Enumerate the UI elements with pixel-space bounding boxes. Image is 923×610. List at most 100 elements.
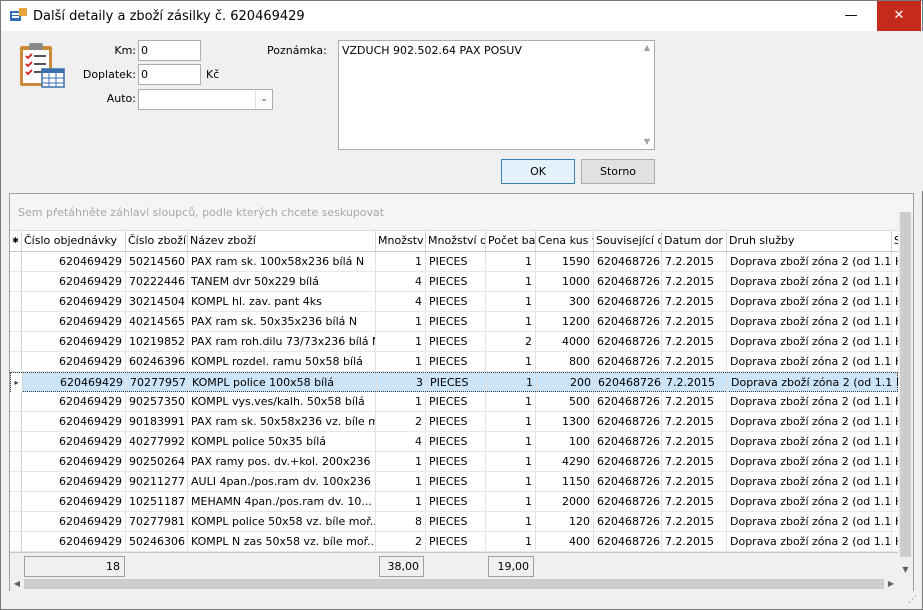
table-cell[interactable]: 7.2.2015: [662, 392, 727, 411]
table-cell[interactable]: 8: [376, 512, 426, 531]
table-cell[interactable]: 1: [486, 532, 536, 551]
table-cell[interactable]: 620468726: [594, 252, 662, 271]
table-cell[interactable]: 100: [536, 432, 594, 451]
scroll-right-icon[interactable]: ▶: [884, 577, 898, 591]
table-cell[interactable]: Doprava zboží zóna 2 (od 1.1...: [727, 352, 892, 371]
table-cell[interactable]: 2: [376, 412, 426, 431]
table-cell[interactable]: 620468726: [594, 312, 662, 331]
table-cell[interactable]: 620469429: [22, 412, 126, 431]
table-cell[interactable]: 50246306: [126, 532, 188, 551]
table-cell[interactable]: PAX ram sk. 50x58x236 vz. bíle m...: [188, 412, 376, 431]
table-cell[interactable]: 620469429: [22, 512, 126, 531]
table-row[interactable]: 620469429 40277992 KOMPL police 50x35 bílá…: [10, 432, 898, 452]
row-indicator[interactable]: [10, 452, 22, 471]
table-cell[interactable]: KOMPL police 50x35 bílá: [188, 432, 376, 451]
table-cell[interactable]: 120: [536, 512, 594, 531]
table-cell[interactable]: 300: [536, 292, 594, 311]
table-cell[interactable]: PIECES: [426, 452, 486, 471]
table-cell[interactable]: 620469429: [22, 292, 126, 311]
table-cell[interactable]: 620469429: [22, 432, 126, 451]
table-cell[interactable]: 7.2.2015: [662, 452, 727, 471]
table-cell[interactable]: 7.2.2015: [662, 292, 727, 311]
table-cell[interactable]: 70277957: [127, 373, 189, 392]
table-cell[interactable]: 2000: [536, 492, 594, 511]
table-cell[interactable]: 4: [376, 292, 426, 311]
table-cell[interactable]: Doprava zboží zóna 2 (od 1.1...: [727, 532, 892, 551]
table-cell[interactable]: 1: [376, 352, 426, 371]
table-cell[interactable]: Doprava zboží zóna 2 (od 1.1...: [727, 452, 892, 471]
table-cell[interactable]: 200: [537, 373, 595, 392]
table-cell[interactable]: PAX ram roh.dilu 73/73x236 bílá N: [188, 332, 376, 351]
table-cell[interactable]: 4290: [536, 452, 594, 471]
table-cell[interactable]: 1590: [536, 252, 594, 271]
table-cell[interactable]: 2: [486, 332, 536, 351]
table-cell[interactable]: 1000: [536, 272, 594, 291]
table-row[interactable]: 620469429 90257350 KOMPL vys.ves/kalh. 50x…: [10, 392, 898, 412]
table-cell[interactable]: KOMPL police 100x58 bílá: [189, 373, 377, 392]
table-cell[interactable]: PIECES: [426, 392, 486, 411]
table-cell[interactable]: KOMPL hl. zav. pant 4ks: [188, 292, 376, 311]
table-cell[interactable]: Doprava zboží zóna 2 (od 1.1...: [727, 412, 892, 431]
note-scrollbar[interactable]: ▲ ▼: [640, 41, 654, 149]
table-cell[interactable]: KOMPL rozdel. ramu 50x58 bílá: [188, 352, 376, 371]
row-indicator[interactable]: [10, 512, 22, 531]
table-cell[interactable]: 620468726: [594, 332, 662, 351]
table-cell[interactable]: Doprava zboží zóna 2 (od 1.1...: [727, 292, 892, 311]
scroll-up-icon[interactable]: ▲: [640, 41, 654, 55]
table-cell[interactable]: PIECES: [426, 312, 486, 331]
table-cell[interactable]: 620469429: [22, 272, 126, 291]
row-indicator[interactable]: [10, 412, 22, 431]
auto-select[interactable]: ⌄: [138, 89, 273, 110]
table-cell[interactable]: 1: [486, 292, 536, 311]
table-cell[interactable]: 1: [487, 373, 537, 392]
table-cell[interactable]: 3: [377, 373, 427, 392]
table-cell[interactable]: 70277981: [126, 512, 188, 531]
row-indicator[interactable]: [10, 252, 22, 271]
row-indicator[interactable]: [10, 292, 22, 311]
table-cell[interactable]: PIECES: [426, 292, 486, 311]
table-cell[interactable]: Doprava zboží zóna 2 (od 1.1...: [727, 392, 892, 411]
table-cell[interactable]: PIECES: [426, 472, 486, 491]
table-cell[interactable]: Doprava zboží zóna 2 (od 1.1...: [727, 272, 892, 291]
table-cell[interactable]: 400: [536, 532, 594, 551]
table-cell[interactable]: 620468726: [594, 452, 662, 471]
table-row[interactable]: 620469429 50214560 PAX ram sk. 100x58x236 …: [10, 252, 898, 272]
table-cell[interactable]: Doprava zboží zóna 2 (od 1.1...: [727, 332, 892, 351]
table-row[interactable]: 620469429 90183991 PAX ram sk. 50x58x236 v…: [10, 412, 898, 432]
table-cell[interactable]: 620469429: [22, 492, 126, 511]
table-cell[interactable]: 40277992: [126, 432, 188, 451]
table-cell[interactable]: 1: [486, 432, 536, 451]
table-cell[interactable]: 800: [536, 352, 594, 371]
table-cell[interactable]: 620468726: [594, 412, 662, 431]
scroll-down-icon[interactable]: ▼: [640, 135, 654, 149]
table-cell[interactable]: 1: [376, 392, 426, 411]
column-header[interactable]: Datum dor: [662, 231, 727, 251]
table-cell[interactable]: 7.2.2015: [662, 272, 727, 291]
table-cell[interactable]: 7.2.2015: [662, 332, 727, 351]
table-cell[interactable]: KOMPL police 50x58 vz. bíle moř...: [188, 512, 376, 531]
table-cell[interactable]: 620469429: [22, 452, 126, 471]
table-cell[interactable]: 7.2.2015: [662, 352, 727, 371]
table-cell[interactable]: PIECES: [426, 532, 486, 551]
table-cell[interactable]: PAX ramy pos. dv.+kol. 200x236 ...: [188, 452, 376, 471]
column-header[interactable]: Cena kus v: [536, 231, 594, 251]
column-header[interactable]: Druh služby: [727, 231, 892, 251]
table-cell[interactable]: 620468726: [594, 272, 662, 291]
table-cell[interactable]: 40214565: [126, 312, 188, 331]
row-indicator[interactable]: [10, 532, 22, 551]
table-cell[interactable]: 1: [486, 352, 536, 371]
table-row[interactable]: 620469429 10219852 PAX ram roh.dilu 73/73x…: [10, 332, 898, 352]
table-cell[interactable]: PIECES: [426, 352, 486, 371]
table-cell[interactable]: 1150: [536, 472, 594, 491]
table-cell[interactable]: TANEM dvr 50x229 bílá: [188, 272, 376, 291]
table-cell[interactable]: 1: [486, 512, 536, 531]
table-cell[interactable]: 7.2.2015: [662, 532, 727, 551]
table-cell[interactable]: Doprava zboží zóna 2 (od 1.1...: [727, 492, 892, 511]
table-cell[interactable]: 50214560: [126, 252, 188, 271]
table-cell[interactable]: 1: [486, 452, 536, 471]
table-cell[interactable]: 620468726: [594, 352, 662, 371]
horizontal-scroll-thumb[interactable]: [24, 579, 884, 589]
chevron-down-icon[interactable]: ⌄: [255, 90, 272, 109]
table-cell[interactable]: 60246396: [126, 352, 188, 371]
table-cell[interactable]: 10219852: [126, 332, 188, 351]
